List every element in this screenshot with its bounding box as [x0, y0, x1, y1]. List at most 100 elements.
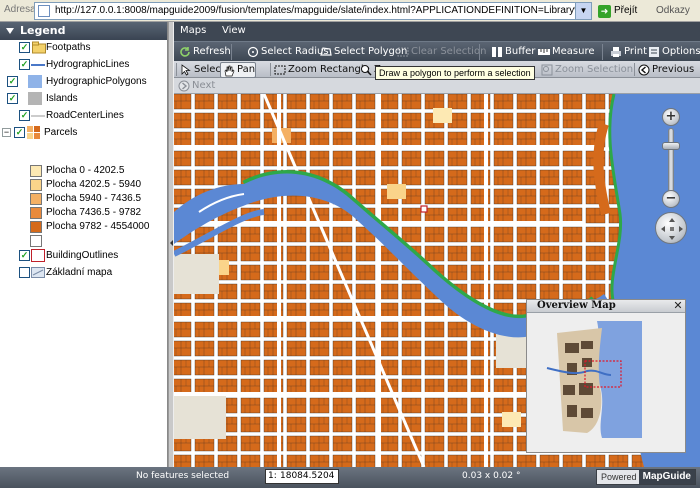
status-bar: No features selected 1: 18084.5204 0.03 …	[0, 467, 700, 488]
layer-checkbox[interactable]: ✓	[7, 93, 18, 104]
raster-symbol-icon	[31, 266, 45, 279]
magnifier-icon	[361, 65, 372, 76]
address-label: Adresa	[4, 4, 36, 15]
menu-view[interactable]: View	[222, 25, 246, 36]
overview-city	[557, 328, 602, 433]
zoom-selection-button[interactable]: Zoom Selection	[539, 62, 633, 78]
zoom-thumb[interactable]	[662, 142, 680, 150]
buffer-icon	[492, 47, 502, 57]
layer-label: Islands	[46, 93, 78, 104]
layer-label: HydrographicLines	[46, 59, 130, 70]
class-swatch	[30, 221, 42, 233]
layer-checkbox[interactable]: ✓	[14, 127, 25, 138]
powered-by-badge[interactable]: Powered by MapGuide	[596, 469, 696, 485]
refresh-button[interactable]: Refresh	[177, 44, 231, 60]
measure-button[interactable]: Measure	[536, 44, 595, 60]
clear-selection-icon	[397, 47, 409, 57]
layer-checkbox[interactable]: ✓	[19, 110, 30, 121]
layer-building-outlines[interactable]: ✓ BuildingOutlines	[0, 248, 168, 264]
go-button[interactable]: ➜ Přejít	[598, 2, 637, 20]
layer-parcels[interactable]: − ✓ Parcels	[0, 125, 168, 141]
browser-address-bar: Adresa http://127.0.0.1:8008/mapguide200…	[0, 0, 700, 22]
select-button[interactable]: Select	[178, 62, 225, 78]
zoom-slider[interactable]: + −	[655, 106, 687, 244]
collapse-icon[interactable]	[6, 28, 14, 34]
toolbar-history: Next	[174, 78, 700, 94]
zoom-out-icon[interactable]: −	[662, 190, 680, 208]
previous-label: Previous	[652, 64, 695, 75]
pan-hand-icon	[224, 65, 235, 77]
folder-icon	[32, 41, 46, 54]
toolbar-separator	[479, 44, 480, 60]
select-polygon-tooltip: Draw a polygon to perform a selection	[375, 66, 535, 80]
toolbar-separator	[270, 63, 271, 76]
zoom-selection-icon	[541, 64, 553, 76]
scale-prefix: 1:	[268, 471, 277, 481]
chevron-down-icon[interactable]: ▼	[575, 3, 591, 19]
layer-checkbox[interactable]: ✓	[19, 42, 30, 53]
layer-hydrographic-lines[interactable]: ✓ HydrographicLines	[0, 57, 168, 73]
collapse-arrow-icon[interactable]	[170, 240, 173, 246]
line-symbol-icon	[31, 109, 45, 122]
arrow-left-icon	[638, 64, 650, 76]
select-radius-icon	[247, 46, 259, 58]
layer-footpaths[interactable]: ✓ Footpaths	[0, 40, 168, 56]
theme-icon	[27, 126, 41, 139]
page-icon	[38, 5, 50, 17]
links-button[interactable]: Odkazy	[656, 2, 690, 20]
toolbar-separator	[602, 44, 603, 60]
polygon-symbol-icon	[28, 92, 42, 105]
legend-header[interactable]: Legend	[0, 22, 167, 40]
pan-control-icon[interactable]	[655, 212, 687, 244]
select-radius-button[interactable]: Select Radius	[245, 44, 329, 60]
options-button[interactable]: Options	[646, 44, 700, 60]
scale-value: 18084.5204	[280, 471, 335, 481]
toolbar-main: Refresh Select Radius Select Polygon Cle…	[174, 41, 700, 61]
clear-selection-button[interactable]: Clear Selection	[395, 44, 486, 60]
layer-hydrographic-polygons[interactable]: ✓ HydrographicPolygons	[0, 74, 168, 90]
scale-input[interactable]: 1: 18084.5204	[265, 469, 339, 484]
layer-checkbox[interactable]: ✓	[19, 250, 30, 261]
line-symbol-icon	[31, 58, 45, 71]
overview-map[interactable]: Overview Map ✕	[526, 299, 686, 453]
outline-symbol-icon	[31, 249, 45, 262]
collapse-icon[interactable]: −	[2, 128, 11, 137]
next-label: Next	[192, 80, 216, 91]
view-size: 0.03 x 0.02 °	[462, 471, 521, 481]
print-button[interactable]: Print	[608, 44, 647, 60]
clear-selection-label: Clear Selection	[411, 46, 487, 57]
toolbar-separator	[176, 63, 177, 76]
previous-button[interactable]: Previous	[636, 62, 694, 78]
print-label: Print	[624, 46, 648, 57]
arrow-right-icon	[178, 80, 190, 92]
class-swatch	[30, 207, 42, 219]
pan-label: Pan	[237, 64, 256, 75]
address-input[interactable]: http://127.0.0.1:8008/mapguide2009/fusio…	[34, 2, 592, 20]
legend-title: Legend	[20, 24, 66, 37]
layer-road-center-lines[interactable]: ✓ RoadCenterLines	[0, 108, 168, 124]
layer-checkbox[interactable]	[19, 267, 30, 278]
layer-islands[interactable]: ✓ Islands	[0, 91, 168, 107]
map-view[interactable]: + − Overview Map ✕	[174, 94, 700, 467]
zoom-rectangle-icon	[274, 65, 286, 75]
zoom-in-icon[interactable]: +	[662, 108, 680, 126]
class-swatch	[30, 193, 42, 205]
zoom-rectangle-button[interactable]: Zoom Rectangle	[272, 62, 370, 78]
polygon-symbol-icon	[28, 75, 42, 88]
pan-button[interactable]: Pan	[220, 62, 257, 78]
next-button[interactable]: Next	[176, 78, 215, 94]
overview-canvas[interactable]	[527, 313, 685, 452]
layer-checkbox[interactable]: ✓	[19, 59, 30, 70]
layer-label: RoadCenterLines	[46, 110, 124, 121]
measure-label: Measure	[552, 46, 595, 57]
menu-maps[interactable]: Maps	[180, 25, 206, 36]
close-icon[interactable]: ✕	[672, 300, 684, 312]
buffer-button[interactable]: Buffer	[489, 44, 535, 60]
layer-label: Parcels	[44, 127, 78, 138]
select-polygon-button[interactable]: Select Polygon	[318, 44, 407, 60]
layer-checkbox[interactable]: ✓	[7, 76, 18, 87]
overview-lake	[596, 321, 642, 438]
zoom-track[interactable]	[668, 128, 674, 198]
layer-zakladni-mapa[interactable]: Základní mapa	[0, 265, 168, 281]
cursor-arrow-icon	[181, 64, 191, 76]
